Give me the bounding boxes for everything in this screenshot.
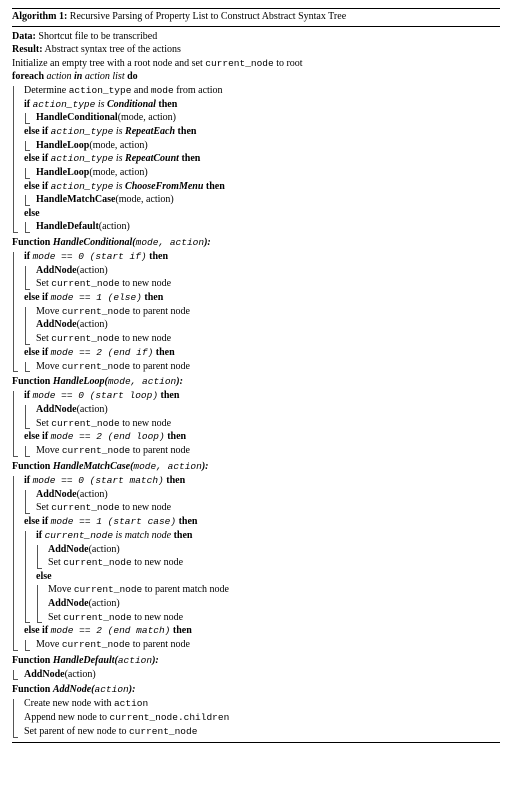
foreach-body: Determine action_type and mode from acti… <box>12 84 500 234</box>
call-hl1: HandleLoop(mode, action) <box>30 139 500 153</box>
rule-bottom <box>12 742 500 743</box>
fn-hd-body: AddNode(action) <box>12 668 500 682</box>
call-hd: HandleDefault(action) <box>30 220 500 234</box>
determine-line: Determine action_type and mode from acti… <box>18 84 500 98</box>
init-line: Initialize an empty tree with a root nod… <box>12 57 500 71</box>
fn-hc-header: Function HandleConditional(mode, action)… <box>12 236 500 250</box>
call-hm: HandleMatchCase(mode, action) <box>30 193 500 207</box>
data-line: Data: Shortcut file to be transcribed <box>12 30 500 44</box>
fn-hd-header: Function HandleDefault(action): <box>12 654 500 668</box>
algo-number: Algorithm 1: <box>12 11 67 22</box>
elif-re: else if action_type is RepeatEach then <box>18 125 500 139</box>
fn-an-body: Create new node with action Append new n… <box>12 697 500 738</box>
else-line: else <box>18 207 500 221</box>
result-line: Result: Abstract syntax tree of the acti… <box>12 43 500 57</box>
call-hl2: HandleLoop(mode, action) <box>30 166 500 180</box>
fn-hl-header: Function HandleLoop(mode, action): <box>12 375 500 389</box>
rule-thin <box>12 26 500 27</box>
elif-cm: else if action_type is ChooseFromMenu th… <box>18 180 500 194</box>
fn-hl-body: if mode == 0 (start loop) then AddNode(a… <box>12 389 500 458</box>
call-hc: HandleConditional(mode, action) <box>30 111 500 125</box>
fn-an-header: Function AddNode(action): <box>12 683 500 697</box>
fn-hm-header: Function HandleMatchCase(mode, action): <box>12 460 500 474</box>
algo-title: Algorithm 1: Recursive Parsing of Proper… <box>12 10 500 24</box>
fn-hc-body: if mode == 0 (start if) then AddNode(act… <box>12 250 500 374</box>
elif-rc: else if action_type is RepeatCount then <box>18 152 500 166</box>
foreach-line: foreach action in action list do <box>12 70 500 84</box>
rule-top <box>12 8 500 9</box>
fn-hm-body: if mode == 0 (start match) then AddNode(… <box>12 474 500 652</box>
if-cond: if action_type is Conditional then <box>18 98 500 112</box>
algo-title-text: Recursive Parsing of Property List to Co… <box>70 11 346 22</box>
